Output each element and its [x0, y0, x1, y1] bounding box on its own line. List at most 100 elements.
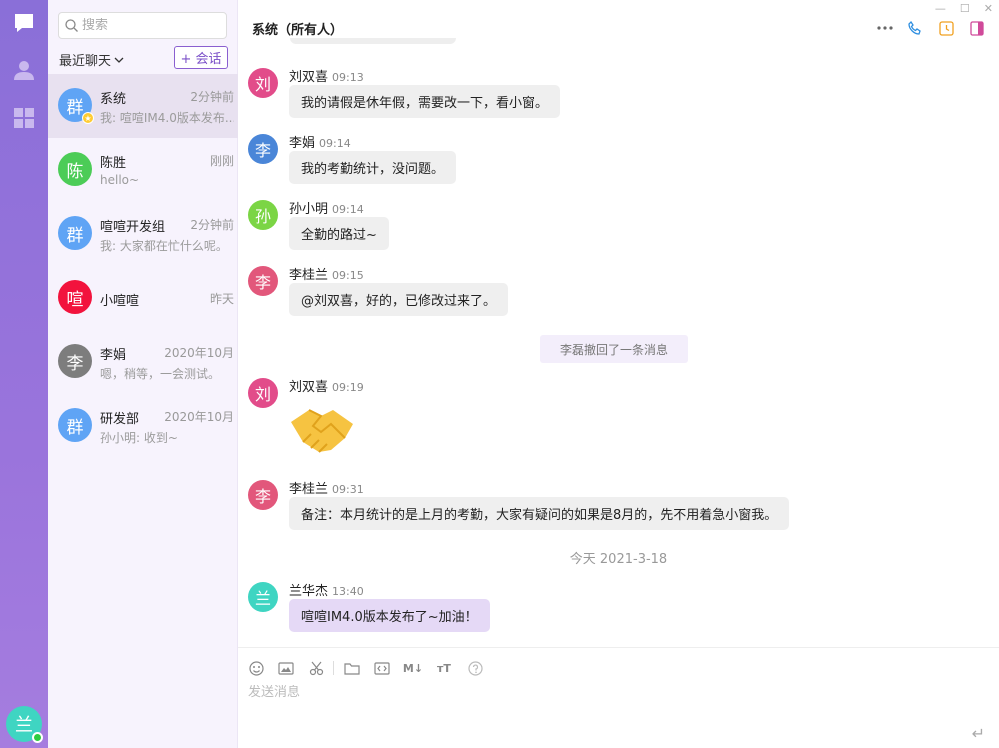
message-meta: 刘双喜 09:13 [289, 66, 364, 85]
message-composer: M↓ ᴛT ↵ [238, 647, 999, 748]
message-bubble: 我的请假是休年假，需要改一下，看小窗。 [289, 85, 561, 118]
window-controls: — ☐ ✕ [935, 2, 993, 15]
conversation-preview: 嗯，稍等，一会测试。 [100, 367, 221, 381]
conversation-preview: hello~ [100, 173, 140, 187]
conversation-item[interactable]: 喧 小喧喧 昨天 [48, 266, 238, 330]
recall-notice: 李磊撤回了一条消息 [540, 335, 688, 363]
message-time: 13:40 [332, 585, 364, 598]
chevron-down-icon [114, 57, 124, 63]
new-chat-button[interactable]: + 会话 [174, 46, 228, 69]
conversation-avatar: 群 [58, 408, 92, 442]
message-time: 09:14 [319, 137, 351, 150]
sender-name: 刘双喜 [289, 380, 329, 395]
message-bubble: @刘双喜，好的，已修改过来了。 [289, 283, 509, 316]
conversation-item[interactable]: 群 研发部 2020年10月 孙小明: 收到~ [48, 394, 238, 458]
close-icon[interactable]: ✕ [984, 2, 993, 15]
send-enter-icon[interactable]: ↵ [972, 724, 985, 743]
message-bubble: 喧喧IM4.0版本发布了~加油！ [289, 599, 490, 632]
conversation-time: 2020年10月 [164, 410, 234, 424]
sender-avatar[interactable]: 兰 [248, 582, 278, 612]
sender-name: 孙小明 [289, 202, 329, 217]
conversation-time: 2020年10月 [164, 346, 234, 360]
sender-avatar[interactable]: 李 [248, 266, 278, 296]
search-icon [65, 19, 78, 32]
message-list: 刘 刘双喜 09:13 我的请假是休年假，需要改一下，看小窗。 李 李娟 09:14… [238, 38, 999, 647]
message-time: 09:14 [332, 203, 364, 216]
more-icon[interactable] [877, 20, 893, 36]
conversation-name: 系统 [100, 92, 127, 107]
handshake-emoji [289, 404, 355, 456]
recent-chats-dropdown[interactable]: 最近聊天 [59, 50, 124, 69]
message-meta: 兰华杰 13:40 [289, 580, 364, 599]
sender-name: 李桂兰 [289, 482, 329, 497]
sender-avatar[interactable]: 刘 [248, 378, 278, 408]
text-format-icon[interactable]: ᴛT [435, 659, 453, 677]
code-icon[interactable] [373, 659, 391, 677]
chat-title: 系统（所有人） [252, 23, 344, 38]
search-box[interactable] [58, 12, 227, 39]
conversation-time: 2分钟前 [190, 218, 234, 232]
folder-icon[interactable] [343, 659, 361, 677]
nav-rail: 兰 [0, 0, 48, 748]
conversation-avatar: 陈 [58, 152, 92, 186]
conversation-name: 陈胜 [100, 156, 127, 171]
help-icon[interactable] [466, 659, 484, 677]
message-bubble: 备注：本月统计的是上月的考勤，大家有疑问的如果是8月的，先不用着急小窗我。 [289, 497, 790, 530]
sender-name: 李娟 [289, 136, 316, 151]
conversation-item[interactable]: 群 ★ 系统 2分钟前 我: 喧喧IM4.0版本发布... [48, 74, 238, 138]
conversation-item[interactable]: 李 李娟 2020年10月 嗯，稍等，一会测试。 [48, 330, 238, 394]
conversation-name: 喧喧开发组 [100, 220, 166, 235]
message-bubble: 我的考勤统计，没问题。 [289, 151, 457, 184]
message-time: 09:31 [332, 483, 364, 496]
message-bubble: 全勤的路过~ [289, 217, 389, 250]
chat-icon[interactable] [12, 11, 36, 35]
message-input[interactable] [248, 685, 948, 700]
user-avatar[interactable]: 兰 [6, 706, 43, 743]
image-icon[interactable] [277, 659, 295, 677]
conversation-name: 研发部 [100, 412, 140, 427]
message-time: 09:15 [332, 269, 364, 282]
sender-name: 刘双喜 [289, 70, 329, 85]
conversation-avatar: 群 [58, 216, 92, 250]
screenshot-scissors-icon[interactable] [307, 659, 325, 677]
conversation-avatar: 喧 [58, 280, 92, 314]
message-time: 09:19 [332, 381, 364, 394]
sender-avatar[interactable]: 孙 [248, 200, 278, 230]
date-separator: 今天 2021-3-18 [569, 552, 668, 567]
sender-name: 李桂兰 [289, 268, 329, 283]
message-meta: 刘双喜 09:19 [289, 376, 364, 395]
message-meta: 孙小明 09:14 [289, 198, 364, 217]
conversation-time: 刚刚 [209, 154, 234, 168]
conversation-item[interactable]: 群 喧喧开发组 2分钟前 我: 大家都在忙什么呢。 [48, 202, 238, 266]
sender-avatar[interactable]: 李 [248, 134, 278, 164]
sender-avatar[interactable]: 李 [248, 480, 278, 510]
chat-panel: — ☐ ✕ 系统（所有人） 刘 刘双喜 09:13 我的请假是休年假，需要改一下，… [238, 0, 999, 748]
message-meta: 李桂兰 09:15 [289, 264, 364, 283]
contacts-icon[interactable] [12, 58, 36, 82]
conversation-time: 2分钟前 [190, 90, 234, 104]
conversation-preview: 孙小明: 收到~ [100, 431, 178, 445]
message-time: 09:13 [332, 71, 364, 84]
conversation-list: 最近聊天 + 会话 群 ★ 系统 2分钟前 我: 喧喧IM4.0版本发布... … [48, 0, 238, 748]
maximize-icon[interactable]: ☐ [960, 2, 970, 15]
search-input[interactable] [82, 18, 212, 33]
conversation-preview: 我: 喧喧IM4.0版本发布... [100, 111, 234, 125]
toolbar-divider [333, 661, 334, 675]
sender-avatar[interactable]: 刘 [248, 68, 278, 98]
message-bubble [290, 38, 456, 44]
phone-icon[interactable] [907, 20, 923, 36]
minimize-icon[interactable]: — [935, 2, 946, 15]
recent-chats-label: 最近聊天 [59, 54, 112, 69]
conversation-item[interactable]: 陈 陈胜 刚刚 hello~ [48, 138, 238, 202]
markdown-icon[interactable]: M↓ [403, 659, 423, 677]
apps-grid-icon[interactable] [12, 106, 36, 130]
emoji-icon[interactable] [247, 659, 265, 677]
history-icon[interactable] [938, 20, 954, 36]
conversation-preview: 我: 大家都在忙什么呢。 [100, 239, 228, 253]
star-icon: ★ [82, 112, 94, 124]
conversation-name: 小喧喧 [100, 294, 140, 309]
conversation-avatar: 李 [58, 344, 92, 378]
conversation-name: 李娟 [100, 348, 127, 363]
app-window: 兰 最近聊天 + 会话 群 ★ 系统 2分钟前 我: 喧喧IM4.0版本发布..… [0, 0, 999, 748]
sidebar-toggle-icon[interactable] [969, 20, 985, 36]
